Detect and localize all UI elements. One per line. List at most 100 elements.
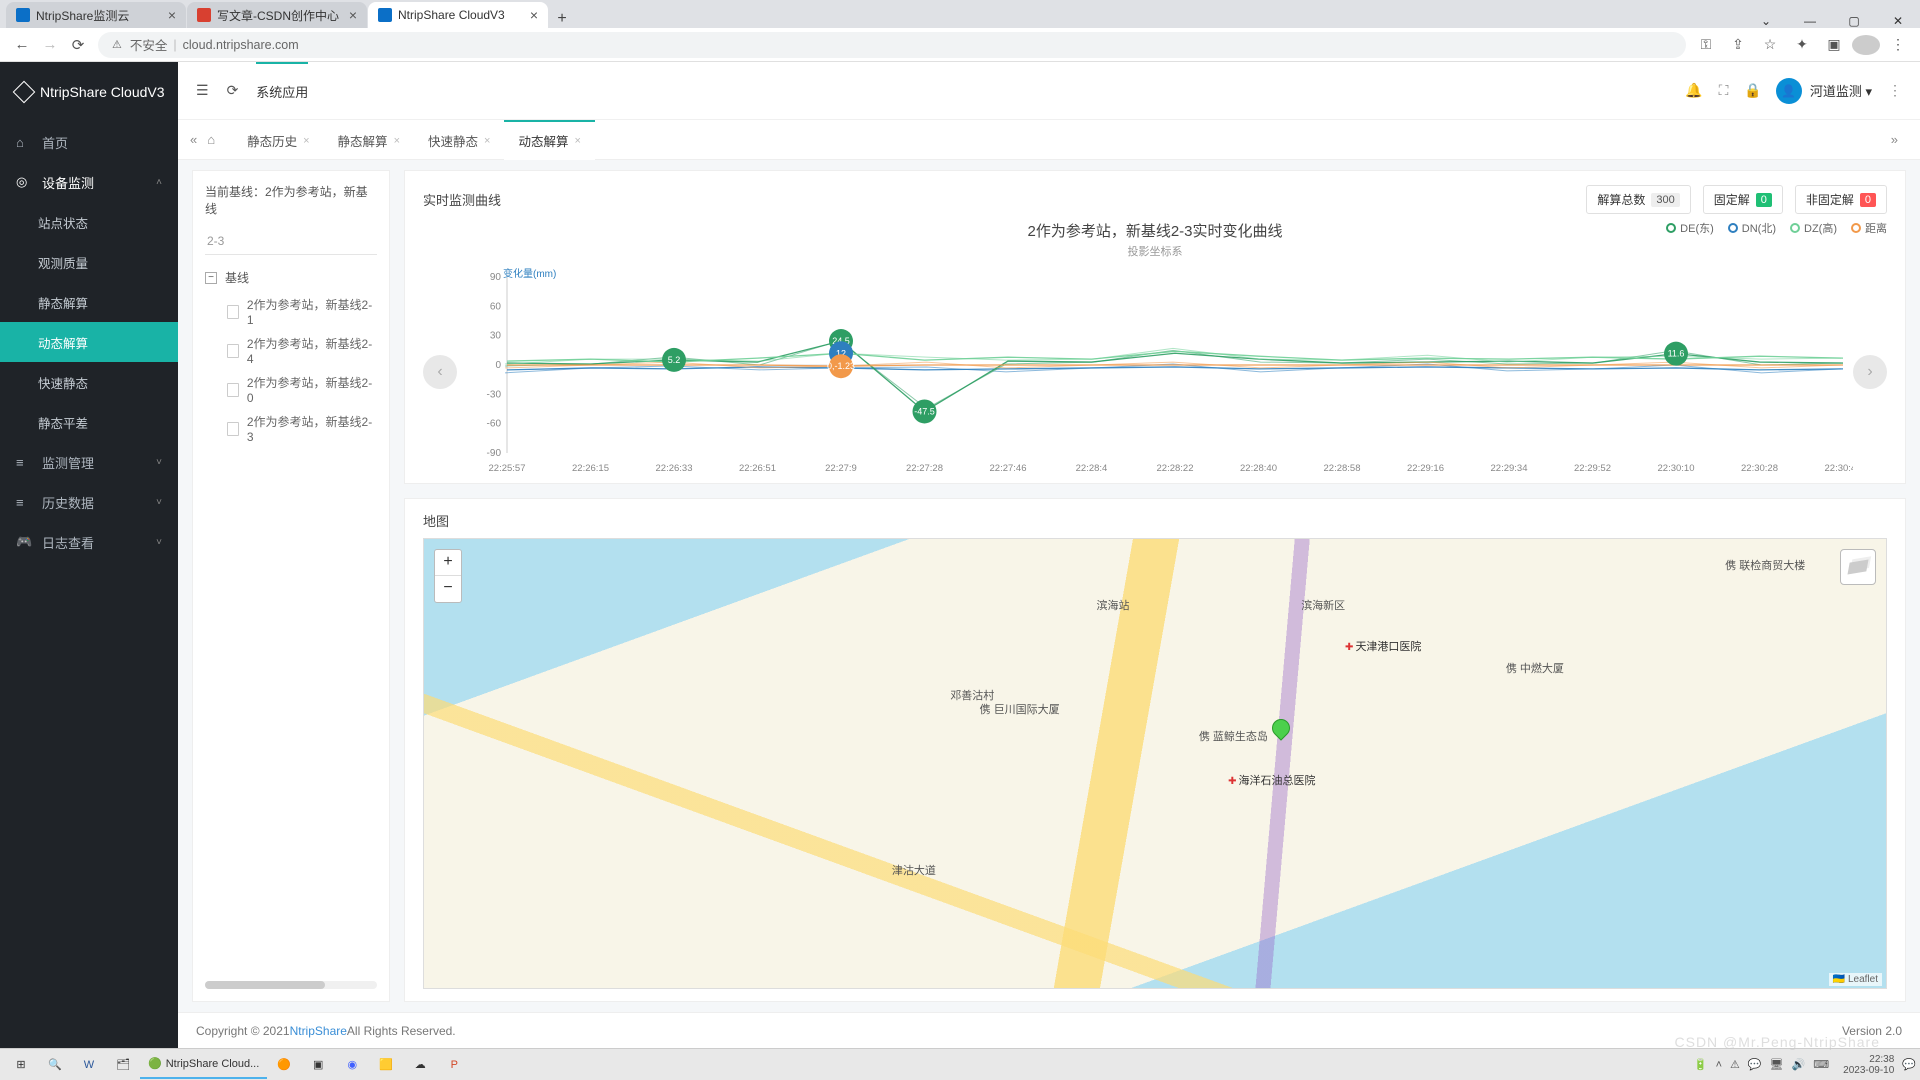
sidebar-item-fast-static[interactable]: 快速静态 [0,362,178,402]
topmenu-system[interactable]: 系统应用 [256,62,308,120]
chevron-down-icon[interactable]: ⌄ [1744,14,1788,28]
home-icon: ⌂ [16,135,32,150]
sidebar-item-monitor[interactable]: ◎设备监测˄ [0,162,178,202]
word-icon[interactable]: W [72,1051,106,1079]
taskbar-chrome[interactable]: 🟢 NtripShare Cloud... [140,1051,267,1079]
map-poi: 天津港口医院 [1345,638,1421,654]
map-card: 地图 + − 🇺🇦 Leaflet 邓善沽村滨海站㑺 巨川国际大厦㑺 蓝鲸生态岛… [404,498,1906,1002]
tray-icon[interactable]: 🖥 [1770,1058,1784,1071]
sidebar-item-dynamic-resolve[interactable]: 动态解算 [0,322,178,362]
sidebar-item-home[interactable]: ⌂首页 [0,122,178,162]
close-icon[interactable]: × [349,7,357,23]
notifications-icon[interactable]: 💬 [1902,1058,1916,1071]
app-icon[interactable]: ☁ [403,1051,437,1079]
start-button[interactable]: ⊞ [4,1051,38,1079]
map-marker[interactable] [1272,719,1290,743]
lock-icon[interactable]: 🔒 [1744,82,1761,99]
tree-item[interactable]: 2作为参考站，新基线2-0 [205,370,377,409]
fullscreen-icon[interactable]: ⛶ [1719,82,1729,99]
tabs-prev-button[interactable]: « [190,132,197,147]
back-button[interactable]: ← [8,36,36,53]
close-icon[interactable]: × [394,135,400,147]
maximize-button[interactable]: ▢ [1832,14,1876,28]
chart-next-button[interactable]: › [1853,355,1887,389]
close-icon[interactable]: × [168,7,176,23]
home-tab-icon[interactable]: ⌂ [207,132,215,147]
close-icon[interactable]: × [484,135,490,147]
reload-button[interactable]: ⟳ [64,36,92,54]
sidebar-item-static-resolve[interactable]: 静态解算 [0,282,178,322]
sidebar-item-site-status[interactable]: 站点状态 [0,202,178,242]
tab-static-resolve[interactable]: 静态解算× [324,120,414,160]
close-icon[interactable]: × [574,135,580,147]
sidebar-item-history[interactable]: ≡历史数据˅ [0,482,178,522]
app-icon[interactable]: ◉ [335,1051,369,1079]
menu-icon[interactable]: ⋮ [1884,36,1912,53]
close-icon[interactable]: × [303,135,309,147]
app-icon[interactable]: ▣ [301,1051,335,1079]
chart-legend[interactable]: DE(东) DN(北) DZ(高) 距离 [1666,220,1887,236]
svg-text:22:27:28: 22:27:28 [906,463,943,474]
devices-icon[interactable]: ▣ [1820,36,1848,53]
app-icon[interactable]: 🟠 [267,1051,301,1079]
tray-volume-icon[interactable]: 🔊 [1792,1058,1806,1071]
map-label: 滨海站 [1097,597,1130,613]
app-icon[interactable]: 🟨 [369,1051,403,1079]
tray-input-icon[interactable]: ⌨ [1813,1058,1829,1071]
chart-prev-button[interactable]: ‹ [423,355,457,389]
address-bar: ← → ⟳ ⚠ 不安全 | cloud.ntripshare.com ⚿ ⇪ ☆… [0,28,1920,62]
profile-avatar[interactable] [1852,35,1880,55]
map-canvas[interactable]: + − 🇺🇦 Leaflet 邓善沽村滨海站㑺 巨川国际大厦㑺 蓝鲸生态岛滨海新… [423,538,1887,989]
tabs-next-button[interactable]: » [1891,132,1898,147]
line-chart[interactable]: -90-60-300306090变化量(mm)22:25:5722:26:152… [457,267,1853,477]
tree-item[interactable]: 2作为参考站，新基线2-4 [205,331,377,370]
more-icon[interactable]: ⋮ [1888,82,1902,99]
user-name[interactable]: 河道监测 ▾ [1810,81,1872,100]
share-icon[interactable]: ⇪ [1724,36,1752,53]
tray-chevron-icon[interactable]: ˄ [1716,1059,1722,1071]
sidebar-item-manage[interactable]: ≡监测管理˅ [0,442,178,482]
tab-static-history[interactable]: 静态历史× [233,120,323,160]
sidebar-item-quality[interactable]: 观测质量 [0,242,178,282]
taskbar-clock[interactable]: 22:382023-09-10 [1843,1054,1894,1076]
horizontal-scrollbar[interactable] [205,981,377,989]
tree-item[interactable]: 2作为参考站，新基线2-3 [205,409,377,448]
map-layers-button[interactable] [1840,549,1876,585]
bookmark-icon[interactable]: ☆ [1756,36,1784,53]
tree-root[interactable]: −基线 [205,269,377,286]
explorer-icon[interactable]: 🗂 [106,1051,140,1079]
sidebar-item-log[interactable]: 🎮日志查看˅ [0,522,178,562]
collapse-sidebar-icon[interactable]: ☰ [196,82,209,99]
tree-item[interactable]: 2作为参考站，新基线2-1 [205,292,377,331]
zoom-out-button[interactable]: − [435,576,461,602]
baseline-panel: 当前基线：2作为参考站，新基线 −基线 2作为参考站，新基线2-12作为参考站，… [192,170,390,1002]
sidebar-item-static-adjust[interactable]: 静态平差 [0,402,178,442]
browser-tab[interactable]: NtripShare CloudV3× [368,2,548,28]
svg-text:22:28:22: 22:28:22 [1157,463,1194,474]
new-tab-button[interactable]: + [548,10,576,28]
tray-icon[interactable]: 🔋 [1694,1058,1708,1071]
svg-text:22:27:9: 22:27:9 [825,463,857,474]
tab-dynamic-resolve[interactable]: 动态解算× [504,120,594,160]
url-input[interactable]: ⚠ 不安全 | cloud.ntripshare.com [98,32,1686,58]
close-button[interactable]: ✕ [1876,14,1920,28]
search-icon[interactable]: 🔍 [38,1051,72,1079]
powerpoint-icon[interactable]: P [437,1051,471,1079]
close-icon[interactable]: × [530,7,538,23]
reload-icon[interactable]: ⟳ [227,82,239,99]
tab-fast-static[interactable]: 快速静态× [414,120,504,160]
tray-icon[interactable]: 💬 [1748,1058,1762,1071]
minimize-button[interactable]: — [1788,14,1832,28]
zoom-in-button[interactable]: + [435,550,461,576]
baseline-search-input[interactable] [205,227,377,255]
svg-text:22:30:10: 22:30:10 [1658,463,1695,474]
user-avatar[interactable]: 👤 [1776,78,1802,104]
brand-link[interactable]: NtripShare [290,1024,347,1038]
svg-text:-30: -30 [487,389,502,400]
browser-tab[interactable]: NtripShare监测云× [6,2,186,28]
bell-icon[interactable]: 🔔 [1685,82,1702,99]
key-icon[interactable]: ⚿ [1692,36,1720,53]
extensions-icon[interactable]: ✦ [1788,36,1816,53]
browser-tab[interactable]: 写文章-CSDN创作中心× [187,2,367,28]
tray-icon[interactable]: ⚠ [1730,1058,1740,1071]
